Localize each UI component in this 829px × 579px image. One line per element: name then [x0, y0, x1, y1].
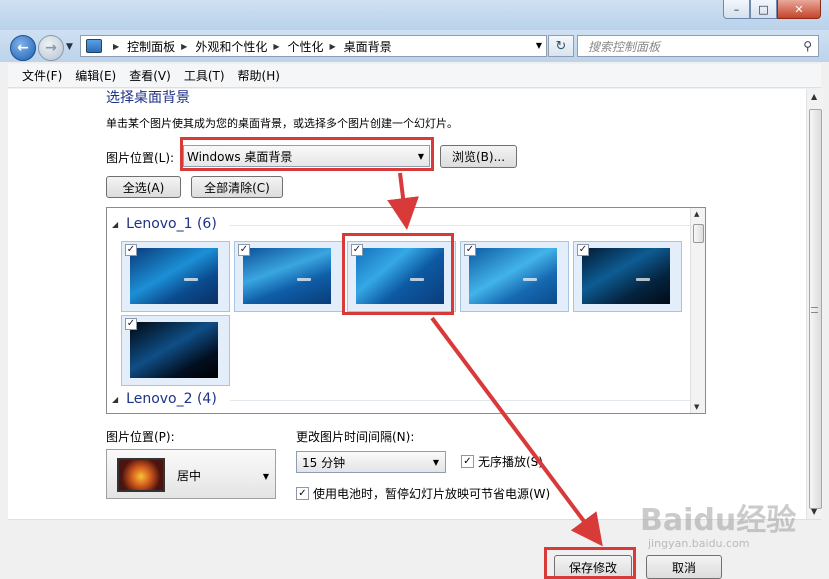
watermark-logo: Baidu经验 [640, 503, 797, 538]
chevron-right-icon[interactable]: ▶ [273, 42, 279, 51]
maximize-button[interactable]: □ [750, 0, 777, 19]
wallpaper-image [582, 248, 670, 304]
position-preview-image [117, 458, 165, 492]
scrollbar-grip [811, 307, 818, 313]
wallpaper-checkbox[interactable]: ✓ [464, 244, 476, 256]
picture-position-select[interactable]: 居中 ▼ [106, 449, 276, 499]
page-scrollbar[interactable]: ▲ ▼ [806, 89, 823, 519]
group-divider [230, 225, 690, 226]
picture-position-label: 图片位置(P): [106, 430, 175, 444]
interval-label: 更改图片时间间隔(N): [296, 430, 415, 444]
title-bar: – □ ✕ [0, 0, 829, 30]
menu-help[interactable]: 帮助(H) [238, 67, 280, 84]
wallpaper-thumbnail[interactable]: ✓ [573, 241, 682, 312]
wallpaper-checkbox[interactable]: ✓ [577, 244, 589, 256]
shuffle-label: 无序播放(S) [478, 455, 543, 469]
collapse-triangle-icon[interactable]: ◢ [112, 220, 118, 229]
wallpaper-image [130, 248, 218, 304]
wallpaper-checkbox[interactable]: ✓ [125, 244, 137, 256]
scroll-up-icon[interactable]: ▲ [811, 92, 817, 101]
menu-file[interactable]: 文件(F) [22, 67, 62, 84]
group-title: Lenovo_1 (6) [126, 216, 217, 232]
menu-edit[interactable]: 编辑(E) [75, 67, 116, 84]
clear-all-button[interactable]: 全部清除(C) [191, 176, 283, 198]
address-dropdown-icon[interactable]: ▼ [536, 41, 542, 50]
interval-value: 15 分钟 [302, 455, 346, 470]
chevron-right-icon[interactable]: ▶ [330, 42, 336, 51]
chevron-down-icon[interactable]: ▼ [433, 458, 439, 467]
chevron-down-icon[interactable]: ▼ [263, 472, 269, 481]
wallpaper-thumbnail[interactable]: ✓ [460, 241, 569, 312]
window-controls: – □ ✕ [723, 0, 821, 19]
breadcrumb-personalization[interactable]: 个性化 [288, 38, 324, 55]
breadcrumb-appearance[interactable]: 外观和个性化 [195, 38, 267, 55]
control-panel-icon [86, 39, 102, 53]
annotation-box-location [180, 137, 434, 171]
checkbox-check-icon[interactable]: ✓ [461, 455, 474, 468]
picture-position-value: 居中 [177, 469, 202, 483]
annotation-box-save [544, 547, 636, 579]
page-title: 选择桌面背景 [106, 90, 190, 106]
search-input[interactable]: 搜索控制面板 ⚲ [577, 35, 819, 57]
wallpaper-checkbox[interactable]: ✓ [125, 318, 137, 330]
brand-mark [297, 278, 311, 281]
search-placeholder: 搜索控制面板 [588, 39, 661, 54]
page-description: 单击某个图片使其成为您的桌面背景，或选择多个图片创建一个幻灯片。 [106, 117, 458, 130]
brand-mark [636, 278, 650, 281]
close-button[interactable]: ✕ [777, 0, 821, 19]
scroll-down-icon[interactable]: ▼ [811, 507, 817, 516]
scrollbar-thumb[interactable] [693, 224, 704, 243]
menu-view[interactable]: 查看(V) [129, 67, 171, 84]
scroll-down-icon[interactable]: ▼ [694, 403, 699, 411]
wallpaper-image [243, 248, 331, 304]
brand-mark [523, 278, 537, 281]
breadcrumb: ▶ 控制面板 ▶ 外观和个性化 ▶ 个性化 ▶ 桌面背景 [107, 38, 392, 55]
wallpaper-thumbnail[interactable]: ✓ [121, 241, 230, 312]
watermark-url: jingyan.baidu.com [648, 537, 750, 550]
gallery-scrollbar[interactable]: ▲ ▼ [690, 208, 705, 413]
battery-pause-checkbox[interactable]: ✓ 使用电池时，暂停幻灯片放映可节省电源(W) [296, 485, 550, 502]
chevron-right-icon[interactable]: ▶ [113, 42, 119, 51]
breadcrumb-desktop-background[interactable]: 桌面背景 [344, 38, 392, 55]
recent-pages-dropdown-icon[interactable]: ▼ [66, 42, 73, 52]
collapse-triangle-icon[interactable]: ◢ [112, 395, 118, 404]
back-button[interactable]: ← [10, 35, 36, 61]
picture-location-label: 图片位置(L): [106, 151, 175, 165]
group-divider [230, 400, 690, 401]
address-bar[interactable]: ▶ 控制面板 ▶ 外观和个性化 ▶ 个性化 ▶ 桌面背景 ▼ [80, 35, 547, 57]
wallpaper-thumbnail[interactable]: ✓ [121, 315, 230, 386]
group-header[interactable]: ◢ Lenovo_1 (6) [112, 216, 690, 232]
scroll-up-icon[interactable]: ▲ [694, 210, 699, 218]
wallpaper-checkbox[interactable]: ✓ [238, 244, 250, 256]
minimize-button[interactable]: – [723, 0, 750, 19]
brand-mark [184, 278, 198, 281]
cancel-button[interactable]: 取消 [646, 555, 722, 579]
menu-bar: 文件(F) 编辑(E) 查看(V) 工具(T) 帮助(H) [8, 64, 821, 88]
chevron-right-icon[interactable]: ▶ [181, 42, 187, 51]
search-icon[interactable]: ⚲ [803, 39, 812, 53]
group-title: Lenovo_2 (4) [126, 391, 217, 407]
select-all-button[interactable]: 全选(A) [106, 176, 181, 198]
forward-button[interactable]: → [38, 35, 64, 61]
battery-pause-label: 使用电池时，暂停幻灯片放映可节省电源(W) [313, 487, 551, 501]
refresh-button[interactable]: ↻ [548, 35, 574, 57]
shuffle-checkbox[interactable]: ✓ 无序播放(S) [461, 453, 543, 470]
menu-tools[interactable]: 工具(T) [184, 67, 225, 84]
checkbox-check-icon[interactable]: ✓ [296, 487, 309, 500]
wallpaper-image [469, 248, 557, 304]
browse-button[interactable]: 浏览(B)... [440, 145, 517, 168]
annotation-box-thumbnail [342, 233, 454, 315]
group-header[interactable]: ◢ Lenovo_2 (4) [112, 391, 690, 407]
refresh-icon: ↻ [555, 38, 567, 54]
interval-select[interactable]: 15 分钟 ▼ [296, 451, 446, 473]
wallpaper-image [130, 322, 218, 378]
breadcrumb-control-panel[interactable]: 控制面板 [127, 38, 175, 55]
wallpaper-thumbnail[interactable]: ✓ [234, 241, 343, 312]
